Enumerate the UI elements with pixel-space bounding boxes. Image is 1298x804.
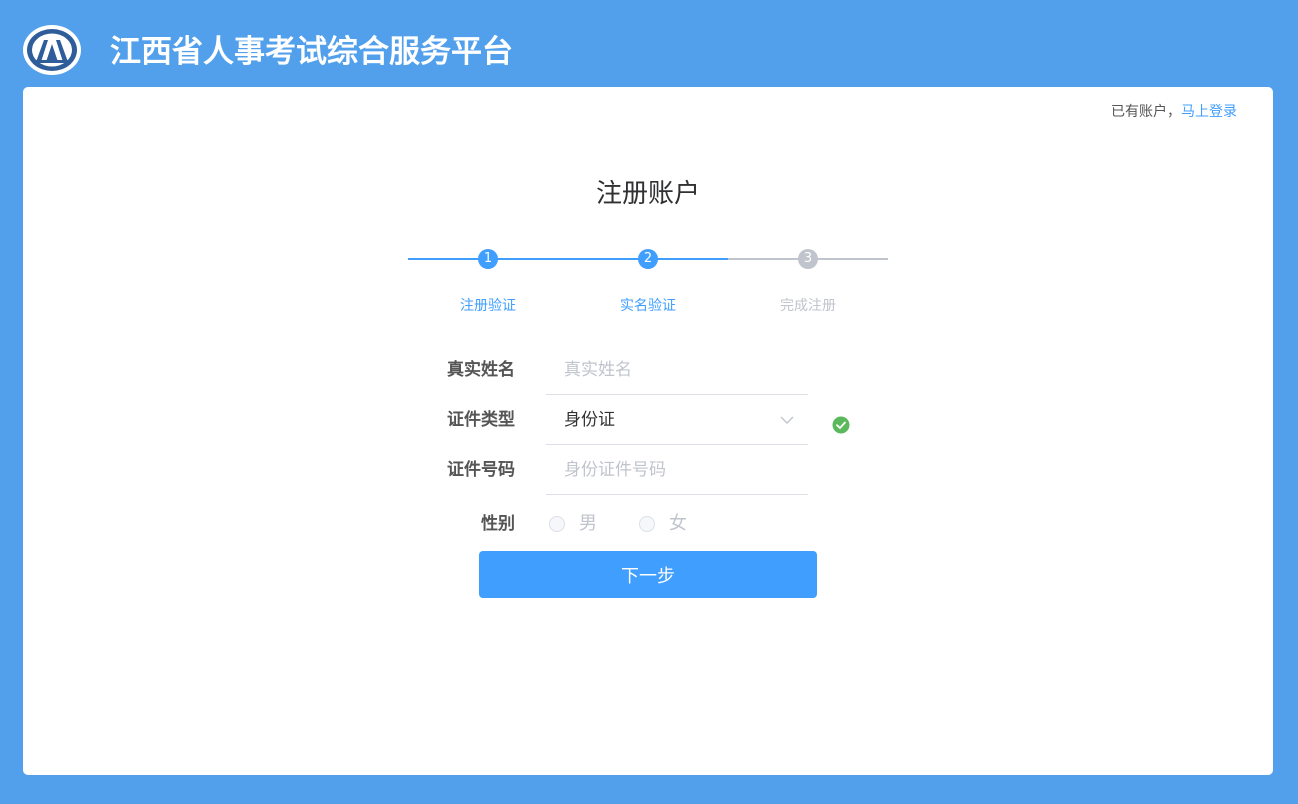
id-type-label: 证件类型 xyxy=(447,410,515,430)
real-name-input[interactable] xyxy=(546,345,808,395)
site-title: 江西省人事考试综合服务平台 xyxy=(110,34,513,70)
step-2-number: 2 xyxy=(638,249,658,269)
gender-male-label: 男 xyxy=(579,513,597,534)
id-number-label: 证件号码 xyxy=(447,460,515,480)
id-number-input[interactable] xyxy=(546,445,808,495)
login-hint-text: 已有账户， xyxy=(1111,104,1181,120)
radio-circle-icon xyxy=(639,516,655,532)
success-check-icon xyxy=(832,416,850,434)
header-bar: 江西省人事考试综合服务平台 xyxy=(0,0,1298,87)
step-3-label: 完成注册 xyxy=(780,298,836,314)
step-2-label: 实名验证 xyxy=(620,298,676,314)
steps-progress: 1 2 3 注册验证 实名验证 完成注册 xyxy=(408,247,888,317)
step-1-number: 1 xyxy=(478,249,498,269)
step-1-label: 注册验证 xyxy=(460,298,516,314)
register-card: 已有账户，马上登录 注册账户 1 2 3 注册验证 实名验证 完成注册 真实姓名… xyxy=(23,87,1273,775)
id-type-select[interactable]: 身份证 xyxy=(546,395,808,445)
login-hint: 已有账户，马上登录 xyxy=(1111,101,1237,121)
real-name-label: 真实姓名 xyxy=(447,360,515,380)
next-step-button[interactable]: 下一步 xyxy=(479,551,817,598)
page-title: 注册账户 xyxy=(595,179,700,209)
radio-circle-icon xyxy=(549,516,565,532)
gender-female-label: 女 xyxy=(669,513,687,534)
emblem-logo-icon xyxy=(23,25,81,75)
chevron-down-icon xyxy=(780,416,794,424)
step-3-number: 3 xyxy=(798,249,818,269)
id-type-value: 身份证 xyxy=(564,410,615,430)
login-link[interactable]: 马上登录 xyxy=(1181,104,1237,120)
gender-label: 性别 xyxy=(481,514,515,534)
